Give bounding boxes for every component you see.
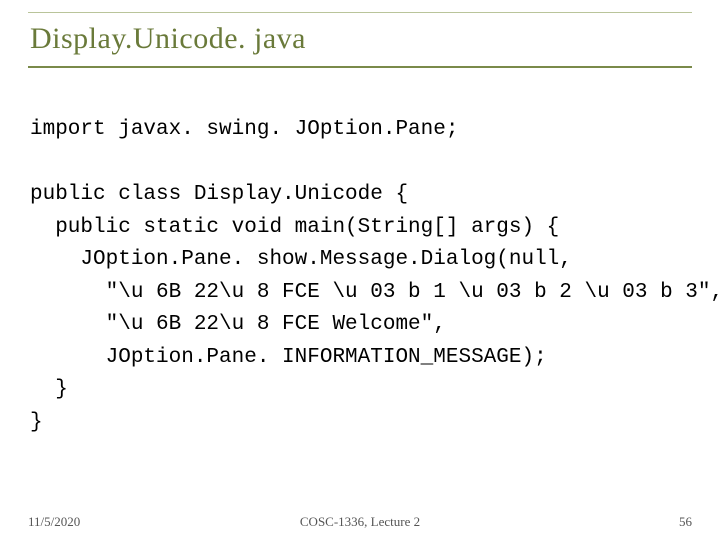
code-block: import javax. swing. JOption.Pane; publi… bbox=[28, 114, 692, 439]
code-line: "\u 6B 22\u 8 FCE Welcome", bbox=[30, 313, 446, 336]
slide-title: Display.Unicode. java bbox=[30, 22, 692, 56]
footer-center: COSC-1336, Lecture 2 bbox=[300, 514, 420, 530]
footer: 11/5/2020 COSC-1336, Lecture 2 56 bbox=[28, 514, 692, 530]
code-line: public class Display.Unicode { bbox=[30, 183, 408, 206]
code-line: import javax. swing. JOption.Pane; bbox=[30, 118, 458, 141]
code-line: } bbox=[30, 378, 68, 401]
code-line: public static void main(String[] args) { bbox=[30, 216, 559, 239]
code-line: } bbox=[30, 411, 43, 434]
title-block: Display.Unicode. java bbox=[28, 18, 692, 68]
footer-page: 56 bbox=[679, 514, 692, 530]
footer-date: 11/5/2020 bbox=[28, 514, 80, 530]
slide: Display.Unicode. java import javax. swin… bbox=[0, 0, 720, 540]
code-line: JOption.Pane. INFORMATION_MESSAGE); bbox=[30, 346, 559, 369]
code-line: JOption.Pane. show.Message.Dialog(null, bbox=[30, 248, 572, 271]
code-line: "\u 6B 22\u 8 FCE \u 03 b 1 \u 03 b 2 \u… bbox=[30, 281, 720, 304]
